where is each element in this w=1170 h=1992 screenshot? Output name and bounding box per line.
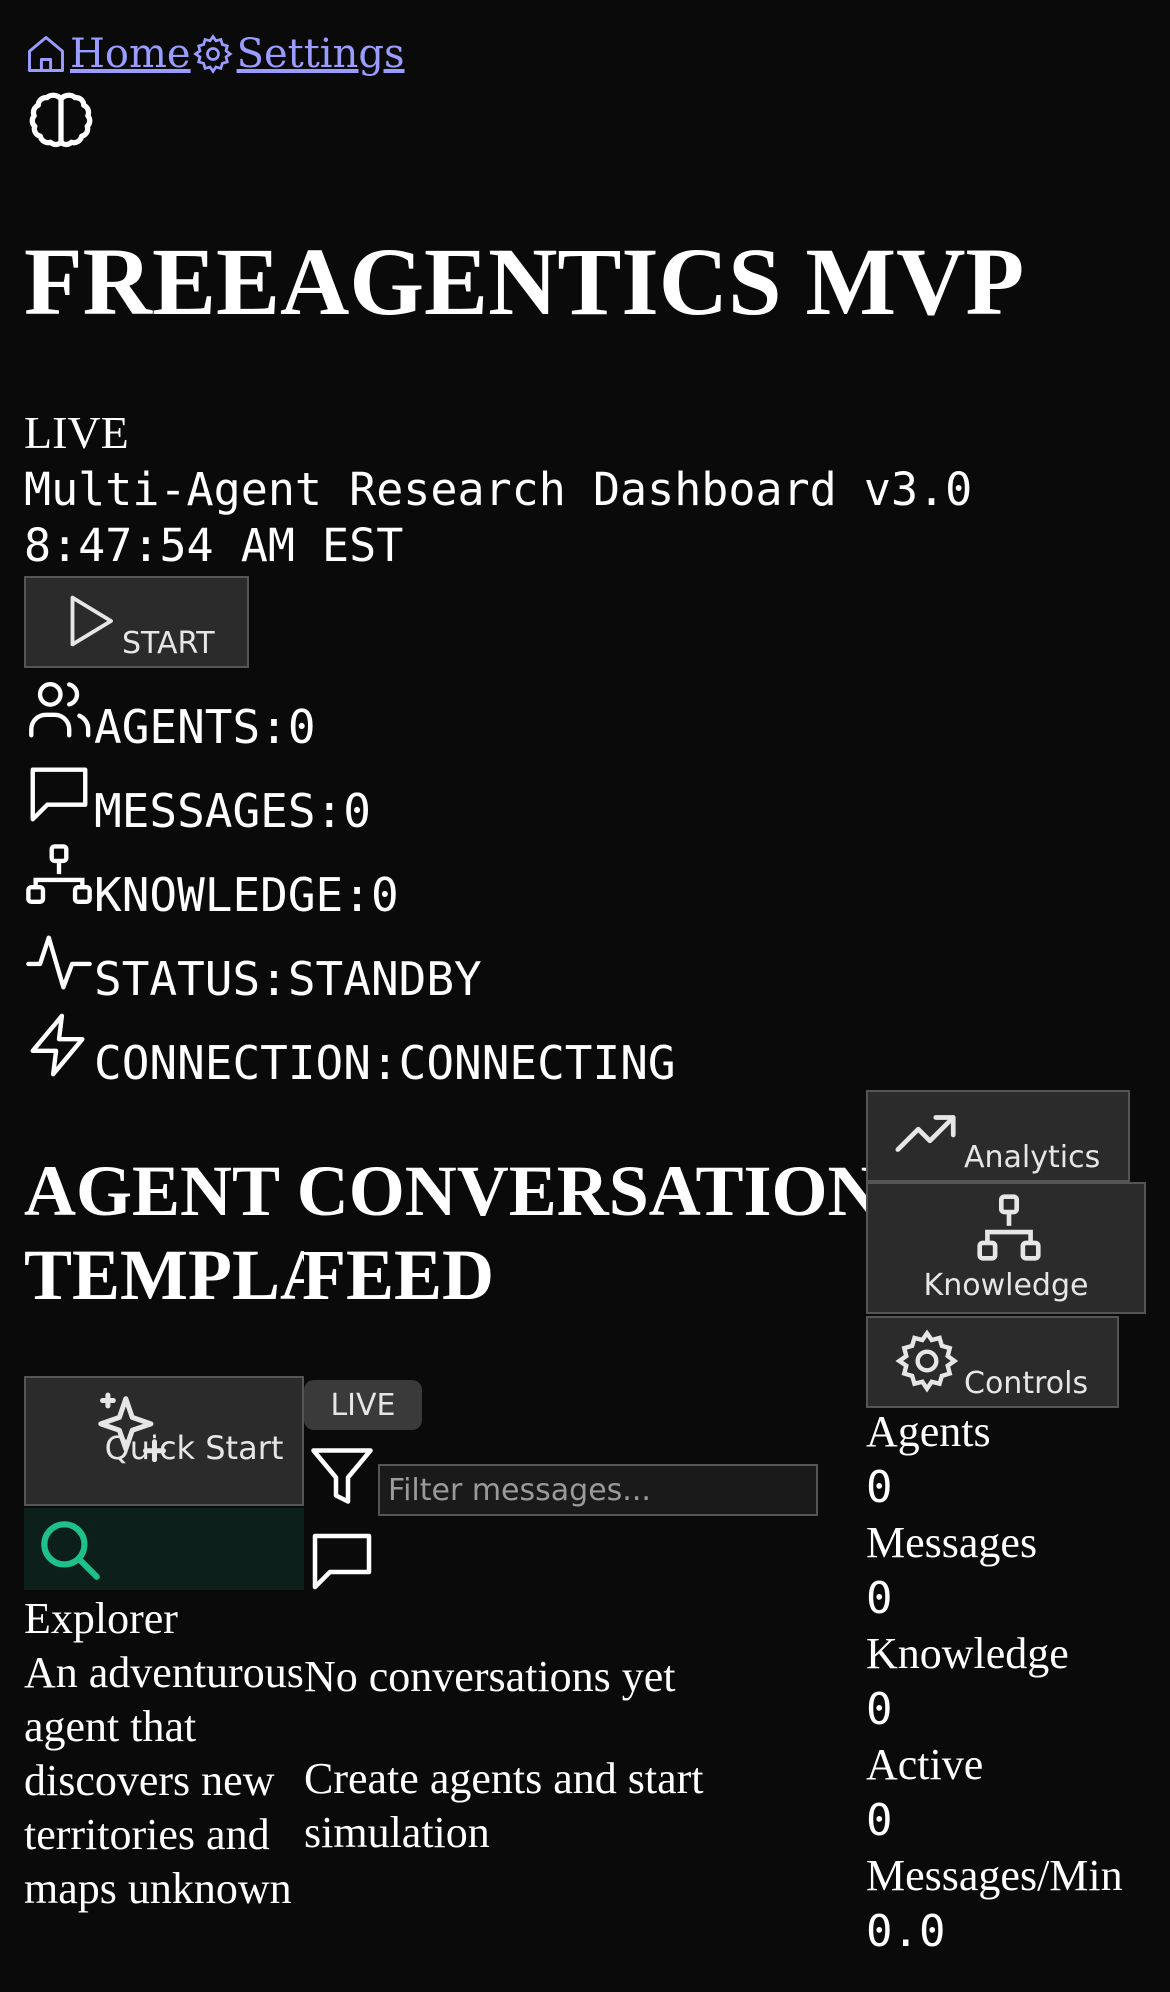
tab-controls-label: Controls [964,1366,1089,1401]
clock: 8:47:54 AM EST [24,519,404,572]
settings-link[interactable]: Settings [191,31,405,77]
zap-icon [30,1013,85,1077]
templates-title: TEMPLATES [24,1235,304,1315]
stat-knowledge-text: KNOWLEDGE:0 [94,868,399,922]
users-icon [29,682,91,738]
metric-value: 0 [866,1573,893,1624]
settings-link-label[interactable]: Settings [237,31,405,77]
live-indicator: LIVE [24,407,129,458]
template-explorer-info: Explorer An adventurous agent that disco… [24,1592,314,1916]
filter-icon [311,1448,373,1504]
stat-status: STATUS:STANDBY [24,926,482,1006]
quick-start-label: Quick Start [104,1429,284,1467]
stat-connection: CONNECTION:CONNECTING [24,1010,676,1090]
metric-label: Agents [866,1407,991,1456]
network-icon [977,1194,1041,1261]
template-explorer-description: An adventurous agent that discovers new … [24,1648,304,1913]
stat-agents: AGENTS:0 [24,674,316,754]
trending-up-icon [895,1115,956,1152]
feed-live-badge: LIVE [304,1380,422,1430]
template-explorer-name: Explorer [24,1594,178,1643]
feed-empty-subtitle: Create agents and start simulation [304,1754,704,1857]
play-icon [70,595,113,647]
metric-value: 0.0 [866,1906,946,1957]
home-link[interactable]: Home [24,31,191,77]
metric-label: Knowledge [866,1629,1069,1678]
stat-messages-text: MESSAGES:0 [94,784,371,838]
page-title: FREEAGENTICS MVP [24,228,1025,335]
tab-knowledge-label: Knowledge [923,1268,1089,1303]
tab-knowledge[interactable]: Knowledge [866,1182,1146,1314]
gear-icon [895,1329,959,1393]
home-icon [28,36,64,72]
stat-connection-text: CONNECTION:CONNECTING [94,1036,676,1090]
start-button[interactable]: START [24,576,249,668]
search-icon [41,1521,100,1580]
brain-icon [29,92,93,148]
metric-value: 0 [866,1684,893,1735]
conversation-title: AGENT CONVERSATION [24,1151,880,1231]
metric-label: Messages/Min [866,1851,1123,1900]
home-link-label[interactable]: Home [70,31,191,77]
template-explorer-card[interactable] [24,1508,304,1590]
metric-label: Messages [866,1518,1038,1567]
tab-analytics[interactable]: Analytics [866,1090,1130,1182]
metric-label: Active [866,1740,984,1789]
stat-knowledge: KNOWLEDGE:0 [24,842,399,922]
stat-agents-text: AGENTS:0 [94,700,316,754]
tab-controls[interactable]: Controls [866,1316,1119,1408]
start-button-label: START [122,626,215,661]
top-nav: Home Settings [24,24,405,84]
metric-value: 0 [866,1462,893,1513]
activity-icon [26,935,92,990]
quick-start-button[interactable]: Quick Start [24,1376,304,1506]
dashboard-subtitle: Multi-Agent Research Dashboard v3.0 [24,463,973,516]
network-icon [26,844,92,904]
feed-empty-title: No conversations yet [304,1652,676,1701]
message-square-icon [30,767,88,822]
filter-messages-input[interactable] [378,1464,818,1516]
feed-title: FEED [302,1235,495,1315]
message-square-icon [312,1533,372,1590]
tab-analytics-label: Analytics [964,1140,1101,1175]
stat-messages: MESSAGES:0 [24,758,371,838]
metric-value: 0 [866,1795,893,1846]
stat-status-text: STATUS:STANDBY [94,952,482,1006]
gear-icon [192,34,233,74]
